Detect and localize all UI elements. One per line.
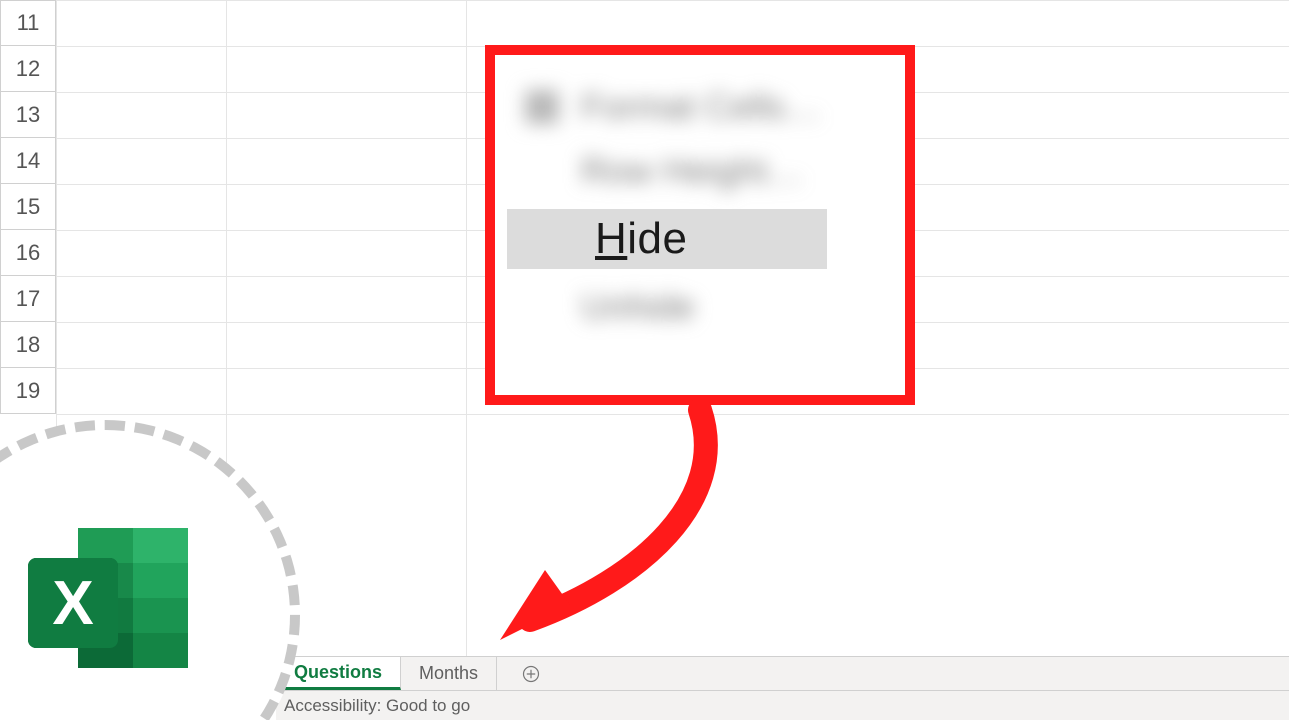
row-header[interactable]: 16 bbox=[0, 230, 56, 276]
excel-logo: X bbox=[20, 520, 200, 680]
menu-item-row-height[interactable]: Row Height… bbox=[507, 139, 893, 203]
context-menu-callout: Format Cells… Row Height… Hide Unhide bbox=[485, 45, 915, 405]
plus-circle-icon bbox=[522, 665, 540, 683]
row-header[interactable]: 13 bbox=[0, 92, 56, 138]
menu-item-label: Format Cells… bbox=[581, 86, 821, 128]
tab-questions[interactable]: Questions bbox=[276, 656, 401, 690]
tab-months[interactable]: Months bbox=[401, 657, 497, 690]
format-cells-icon bbox=[525, 90, 559, 124]
svg-text:X: X bbox=[52, 569, 93, 638]
row-header[interactable]: 14 bbox=[0, 138, 56, 184]
menu-item-unhide[interactable]: Unhide bbox=[507, 275, 893, 339]
tab-label: Questions bbox=[294, 662, 382, 683]
sheet-tabs-bar: Questions Months bbox=[276, 656, 1289, 690]
menu-item-hide[interactable]: Hide bbox=[507, 209, 827, 269]
new-sheet-button[interactable] bbox=[511, 657, 551, 690]
tab-label: Months bbox=[419, 663, 478, 684]
status-bar: Accessibility: Good to go bbox=[276, 690, 1289, 720]
menu-item-label: Hide bbox=[595, 214, 688, 264]
row-header[interactable]: 11 bbox=[0, 0, 56, 46]
row-header[interactable]: 19 bbox=[0, 368, 56, 414]
menu-item-label: Unhide bbox=[581, 286, 695, 328]
accessibility-status: Accessibility: Good to go bbox=[284, 696, 470, 716]
row-header[interactable]: 18 bbox=[0, 322, 56, 368]
row-header[interactable]: 15 bbox=[0, 184, 56, 230]
menu-item-label: Row Height… bbox=[581, 150, 803, 192]
row-headers: 11 12 13 14 15 16 17 18 19 bbox=[0, 0, 56, 414]
row-header[interactable]: 17 bbox=[0, 276, 56, 322]
row-header[interactable]: 12 bbox=[0, 46, 56, 92]
menu-item-format-cells[interactable]: Format Cells… bbox=[507, 75, 893, 139]
